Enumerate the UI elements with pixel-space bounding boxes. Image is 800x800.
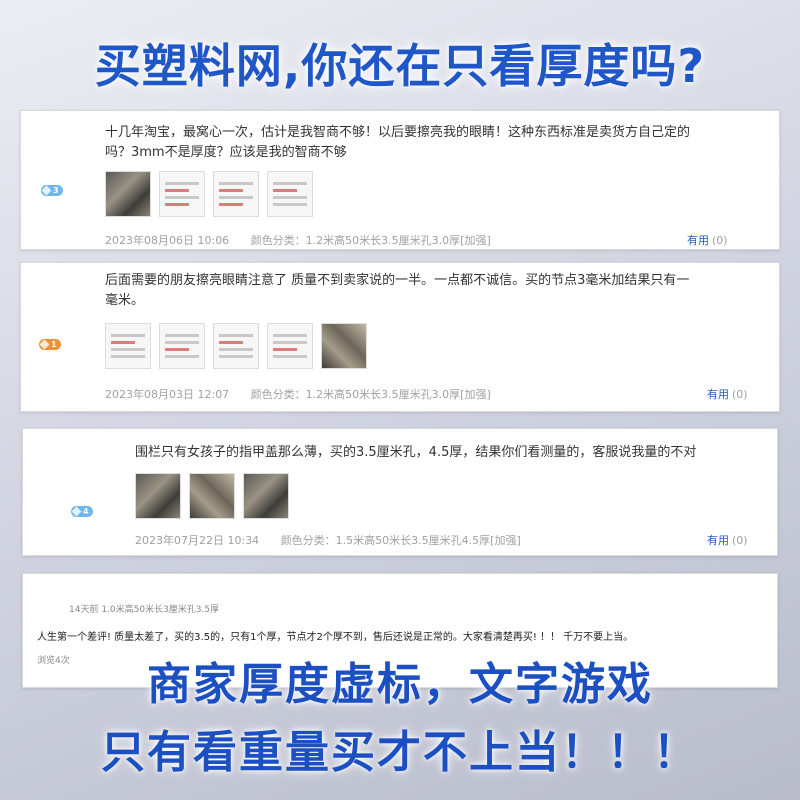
review-card-3: 4 围栏只有女孩子的指甲盖那么薄，买的3.5厘米孔，4.5厚，结果你们看测量的，…	[22, 428, 778, 556]
review-card-1: 3 十几年淘宝，最窝心一次，估计是我智商不够！以后要擦亮我的眼睛！这种东西标准是…	[20, 110, 780, 250]
review-text: 十几年淘宝，最窝心一次，估计是我智商不够！以后要擦亮我的眼睛！这种东西标准是卖货…	[105, 125, 691, 160]
review-card-2: 1 后面需要的朋友擦亮眼睛注意了 质量不到卖家说的一半。一点都不诚信。买的节点3…	[20, 262, 780, 412]
review-photos	[135, 473, 289, 519]
buyer-level-badge: 1	[39, 339, 61, 350]
review-date: 2023年07月22日 10:34	[135, 534, 260, 547]
review-photo[interactable]	[159, 323, 205, 369]
helpful-count: (0)	[732, 388, 748, 401]
review-photos	[105, 171, 313, 217]
review-text: 人生第一个差评! 质量太差了，买的3.5的，只有1个厚，节点才2个厚不到，售后还…	[37, 632, 634, 643]
review-meta: 14天前 1.0米高50米长3厘米孔3.5厚	[69, 605, 220, 615]
review-photo[interactable]	[321, 323, 367, 369]
overlay-caption-1: 商家厚度虚标，文字游戏	[147, 659, 653, 710]
review-variant: 颜色分类：1.2米高50米长3.5厘米孔3.0厚[加强]	[250, 234, 491, 247]
review-photo[interactable]	[159, 171, 205, 217]
review-variant: 颜色分类：1.2米高50米长3.5厘米孔3.0厚[加强]	[250, 388, 491, 401]
review-photo[interactable]	[267, 171, 313, 217]
overlay-caption-2: 只有看重量买才不上当！！！	[101, 727, 699, 778]
review-text: 围栏只有女孩子的指甲盖那么薄，买的3.5厘米孔，4.5厚，结果你们看测量的，客服…	[135, 445, 697, 460]
review-photo[interactable]	[135, 473, 181, 519]
helpful-button[interactable]: 有用 (0)	[707, 386, 748, 402]
review-date: 2023年08月06日 10:06	[105, 234, 230, 247]
review-photo[interactable]	[213, 171, 259, 217]
headline: 买塑料网,你还在只看厚度吗?	[94, 39, 706, 93]
review-photo[interactable]	[243, 473, 289, 519]
review-photo[interactable]	[105, 323, 151, 369]
heart-icon	[39, 339, 50, 350]
diamond-icon	[71, 506, 82, 517]
review-variant: 颜色分类：1.5米高50米长3.5厘米孔4.5厚[加强]	[280, 534, 521, 547]
review-photos	[105, 323, 367, 369]
helpful-count: (0)	[732, 534, 748, 547]
review-photo[interactable]	[267, 323, 313, 369]
review-meta: 2023年08月06日 10:06 颜色分类：1.2米高50米长3.5厘米孔3.…	[105, 232, 509, 248]
review-meta: 2023年07月22日 10:34 颜色分类：1.5米高50米长3.5厘米孔4.…	[135, 532, 539, 548]
helpful-button[interactable]: 有用 (0)	[707, 532, 748, 548]
review-photo[interactable]	[189, 473, 235, 519]
review-date: 2023年08月03日 12:07	[105, 388, 230, 401]
buyer-level-badge: 4	[71, 506, 93, 517]
diamond-icon	[41, 185, 52, 196]
review-text: 后面需要的朋友擦亮眼睛注意了 质量不到卖家说的一半。一点都不诚信。买的节点3毫米…	[105, 273, 690, 308]
review-photo[interactable]	[105, 171, 151, 217]
review-meta: 2023年08月03日 12:07 颜色分类：1.2米高50米长3.5厘米孔3.…	[105, 386, 509, 402]
helpful-button[interactable]: 有用 (0)	[687, 232, 728, 248]
buyer-level-badge: 3	[41, 185, 63, 196]
helpful-count: (0)	[712, 234, 728, 247]
review-photo[interactable]	[213, 323, 259, 369]
